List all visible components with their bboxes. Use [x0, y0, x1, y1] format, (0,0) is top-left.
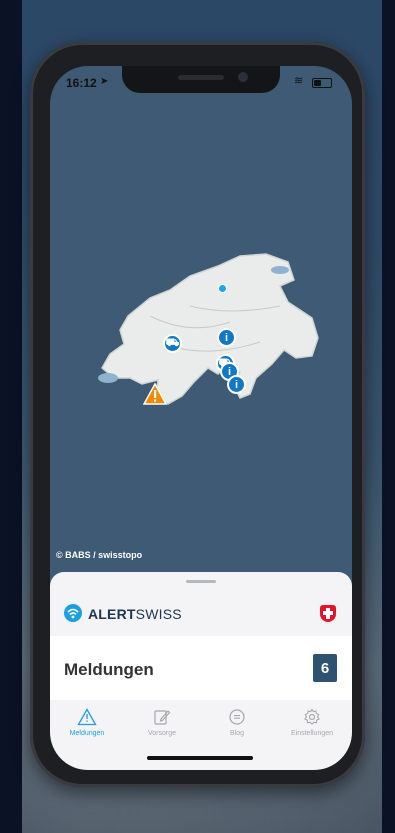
info-marker[interactable]: i: [217, 328, 236, 347]
speaker-grille: [178, 75, 224, 80]
brand-name-bold: ALERT: [88, 606, 136, 622]
tab-bar: Meldungen Vorsorge Blog Einstellungen: [50, 702, 352, 752]
bottom-sheet[interactable]: ALERTSWISS Meldungen 6 Meldungen Vorsorg…: [50, 572, 352, 770]
lake-geneva: [98, 373, 118, 383]
pencil-note-icon: [127, 708, 197, 728]
tab-vorsorge[interactable]: Vorsorge: [127, 708, 197, 737]
messages-row[interactable]: Meldungen 6: [50, 636, 352, 700]
swiss-flag-icon: [320, 605, 336, 622]
tab-blog[interactable]: Blog: [202, 708, 272, 737]
lake-constance: [271, 266, 289, 274]
messages-count-badge: 6: [313, 654, 337, 682]
tab-label: Vorsorge: [147, 730, 177, 737]
info-marker[interactable]: i: [227, 375, 246, 394]
location-arrow-icon: ➤: [100, 76, 109, 87]
shelter-marker[interactable]: ⛟: [163, 334, 182, 353]
switzerland-map[interactable]: [90, 246, 322, 441]
camera-icon: [238, 72, 248, 82]
messages-title: Meldungen: [64, 660, 154, 679]
phone-notch: [122, 66, 280, 93]
battery-icon: [312, 78, 332, 88]
status-time: 16:12: [66, 76, 97, 90]
wifi-icon: ≋: [294, 75, 304, 87]
app-screen: ⛟ i ⛟ i i © BABS / swisstopo 16:12 ➤ ≋: [50, 66, 352, 770]
location-dot[interactable]: [218, 284, 227, 293]
alertswiss-logo-icon: [64, 604, 82, 622]
brand-name: ALERTSWISS: [88, 606, 182, 622]
tab-label: Blog: [229, 730, 244, 737]
brand-name-rest: SWISS: [135, 606, 182, 622]
tab-label: Meldungen: [69, 730, 105, 737]
chat-bubble-icon: [202, 708, 272, 728]
home-indicator[interactable]: [147, 756, 253, 760]
sheet-drag-handle[interactable]: [186, 580, 216, 583]
map-copyright: © BABS / swisstopo: [56, 550, 143, 560]
tab-einstellungen[interactable]: Einstellungen: [277, 708, 347, 737]
map-shape: [101, 253, 319, 405]
warning-marker[interactable]: [142, 382, 168, 410]
warning-triangle-icon: [52, 708, 122, 728]
tab-label: Einstellungen: [290, 730, 334, 737]
brand-header: ALERTSWISS: [50, 592, 352, 634]
tab-meldungen[interactable]: Meldungen: [52, 708, 122, 737]
gear-icon: [277, 708, 347, 728]
